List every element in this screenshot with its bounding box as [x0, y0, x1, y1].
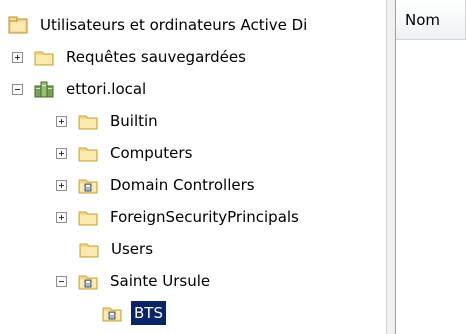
- folder-icon: [78, 211, 98, 226]
- tree-root[interactable]: Utilisateurs et ordinateurs Active Di: [8, 10, 310, 40]
- tree-node-domain[interactable]: ettori.local: [12, 74, 149, 104]
- ou-icon: [102, 307, 122, 322]
- collapse-icon[interactable]: [12, 83, 23, 95]
- domain-icon: [34, 81, 54, 98]
- tree-root-label: Utilisateurs et ordinateurs Active Di: [40, 16, 308, 34]
- tree-node-label: ettori.local: [66, 80, 147, 98]
- folder-icon: [78, 115, 98, 130]
- tree-node-label: ForeignSecurityPrincipals: [110, 208, 299, 226]
- tree-node-label: Requêtes sauvegardées: [66, 48, 246, 66]
- mmc-window: Utilisateurs et ordinateurs Active Di Re…: [0, 0, 466, 334]
- tree-node-computers[interactable]: Computers: [56, 138, 195, 168]
- tree-node-label: Builtin: [110, 112, 158, 130]
- tree-node-domain-controllers[interactable]: Domain Controllers: [56, 170, 258, 200]
- tree-node-label-selected: BTS: [131, 301, 166, 325]
- folder-icon: [34, 51, 54, 66]
- collapse-icon[interactable]: [56, 275, 67, 287]
- results-pane[interactable]: Nom: [396, 0, 466, 334]
- tree-node-label: Domain Controllers: [110, 176, 255, 194]
- tree-node-sainte-ursule[interactable]: Sainte Ursule: [56, 266, 213, 296]
- tree-node-users[interactable]: Users: [56, 234, 156, 264]
- tree-node-label: Users: [111, 240, 154, 258]
- tree-node-saved-queries[interactable]: Requêtes sauvegardées: [12, 42, 249, 72]
- expand-icon[interactable]: [56, 179, 67, 191]
- tree-node-bts[interactable]: BTS: [102, 298, 166, 328]
- expand-icon[interactable]: [56, 211, 67, 223]
- folder-icon: [78, 147, 98, 162]
- tree-node-label: Computers: [110, 144, 193, 162]
- expand-icon[interactable]: [56, 115, 67, 127]
- tree-node-foreign-security-principals[interactable]: ForeignSecurityPrincipals: [56, 202, 302, 232]
- column-header-name[interactable]: Nom: [396, 0, 466, 40]
- expand-icon[interactable]: [56, 147, 67, 159]
- console-tree[interactable]: Utilisateurs et ordinateurs Active Di Re…: [0, 0, 386, 334]
- tree-node-label: Sainte Ursule: [110, 272, 211, 290]
- ou-icon: [78, 179, 98, 194]
- expand-icon[interactable]: [12, 51, 23, 63]
- ou-icon: [78, 275, 98, 290]
- tree-node-builtin[interactable]: Builtin: [56, 106, 161, 136]
- folder-icon: [79, 243, 99, 258]
- pane-splitter[interactable]: [386, 0, 396, 334]
- snapin-icon: [8, 16, 28, 34]
